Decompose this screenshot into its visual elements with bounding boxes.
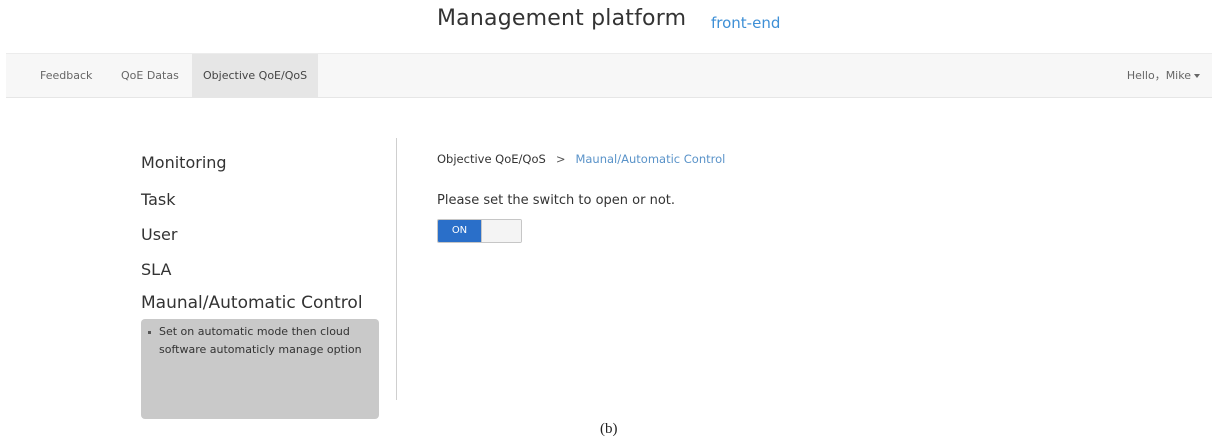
page-title: Management platform	[437, 6, 687, 31]
switch-on-label: ON	[438, 220, 481, 242]
switch-prompt: Please set the switch to open or not.	[437, 193, 676, 208]
vertical-divider	[396, 138, 397, 400]
top-navbar: Feedback QoE Datas Objective QoE/QoS Hel…	[6, 53, 1212, 98]
switch-handle[interactable]	[481, 220, 521, 242]
user-greeting: Hello，Mike	[1126, 69, 1191, 82]
sidebar-item-monitoring[interactable]: Monitoring	[141, 153, 227, 172]
header: Management platform front-end	[0, 0, 1217, 53]
breadcrumb-separator: >	[555, 152, 566, 166]
breadcrumb-current: Maunal/Automatic Control	[575, 152, 726, 166]
breadcrumb-root[interactable]: Objective QoE/QoS	[437, 152, 546, 166]
bullet-icon	[148, 331, 151, 334]
open-toggle-switch[interactable]: ON	[437, 219, 522, 243]
breadcrumb: Objective QoE/QoS > Maunal/Automatic Contr…	[437, 152, 725, 166]
sidebar-item-user[interactable]: User	[141, 225, 177, 244]
page-subtitle: front-end	[711, 14, 781, 32]
sidebar-item-sla[interactable]: SLA	[141, 260, 171, 279]
control-tooltip: Set on automatic mode then cloud softwar…	[141, 319, 379, 419]
nav-item-feedback[interactable]: Feedback	[29, 54, 103, 97]
nav-item-objective-qoe-qos[interactable]: Objective QoE/QoS	[192, 54, 319, 97]
figure-caption: (b)	[600, 421, 618, 437]
user-menu[interactable]: Hello，Mike	[1127, 54, 1200, 97]
caret-down-icon	[1194, 74, 1200, 78]
sidebar-item-manual-automatic-control[interactable]: Maunal/Automatic Control	[141, 293, 363, 313]
nav-item-qoe-datas[interactable]: QoE Datas	[110, 54, 190, 97]
sidebar-item-task[interactable]: Task	[141, 190, 176, 209]
tooltip-text: Set on automatic mode then cloud softwar…	[159, 325, 362, 356]
